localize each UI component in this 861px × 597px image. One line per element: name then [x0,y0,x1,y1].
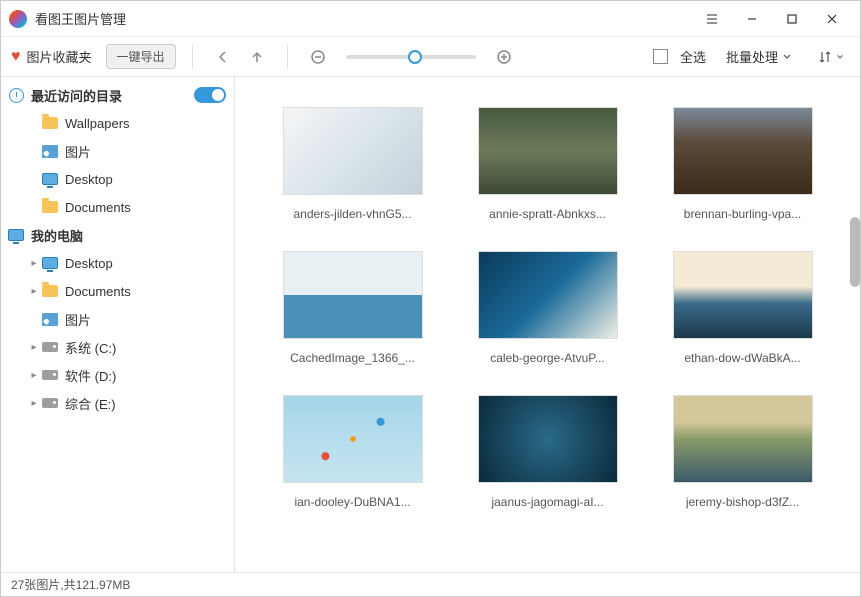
recent-item[interactable]: Desktop [1,165,234,193]
expander-icon[interactable]: ▸ [27,286,41,297]
computer-item[interactable]: ▸ 系统 (C:) [1,333,234,361]
computer-item[interactable]: ▸ 软件 (D:) [1,361,234,389]
app-icon [9,10,27,28]
recent-section[interactable]: 最近访问的目录 [1,81,234,109]
thumbnail-label: brennan-burling-vpa... [684,207,801,221]
scrollbar[interactable] [850,217,860,287]
computer-item[interactable]: ▸ Documents [1,277,234,305]
thumbnail-label: ian-dooley-DuBNA1... [294,495,410,509]
app-title: 看图王图片管理 [35,9,692,28]
tree-label: Desktop [65,256,113,271]
recent-toggle[interactable] [194,87,226,103]
favorites-label[interactable]: 图片收藏夹 [27,47,92,66]
menu-button[interactable] [692,12,732,26]
thumbnail-image[interactable] [673,107,813,195]
zoom-in-button[interactable] [490,43,518,71]
drive-icon [42,370,58,380]
thumbnail-item[interactable]: brennan-burling-vpa... [665,107,820,221]
monitor-icon [8,229,24,241]
batch-label: 批量处理 [726,47,778,66]
drive-icon [42,342,58,352]
expander-icon[interactable]: ▸ [27,370,41,381]
recent-item[interactable]: Wallpapers [1,109,234,137]
image-folder-icon [42,313,58,326]
monitor-icon [42,173,58,185]
drive-icon [42,398,58,408]
tree-label: Desktop [65,172,113,187]
tree-label: Wallpapers [65,116,130,131]
computer-item[interactable]: ▸ Desktop [1,249,234,277]
thumbnail-label: CachedImage_1366_... [290,351,415,365]
computer-item[interactable]: 图片 [1,305,234,333]
mycomputer-section[interactable]: 我的电脑 [1,221,234,249]
mycomputer-label: 我的电脑 [31,226,83,245]
thumbnail-image[interactable] [673,251,813,339]
tree-label: Documents [65,284,131,299]
folder-icon [42,117,58,129]
up-button[interactable] [243,43,271,71]
thumbnail-item[interactable]: ian-dooley-DuBNA1... [275,395,430,509]
tree-label: Documents [65,200,131,215]
heart-icon: ♥ [11,48,21,66]
expander-icon[interactable]: ▸ [27,342,41,353]
minimize-button[interactable] [732,5,772,33]
thumbnail-item[interactable]: jeremy-bishop-d3fZ... [665,395,820,509]
tree-label: 图片 [65,310,91,329]
sort-button[interactable] [812,50,850,64]
folder-icon [42,201,58,213]
thumbnail-label: ethan-dow-dWaBkA... [684,351,800,365]
thumbnail-label: annie-spratt-Abnkxs... [489,207,606,221]
status-text: 27张图片,共121.97MB [11,576,130,593]
thumbnail-image[interactable] [673,395,813,483]
thumbnail-image[interactable] [478,251,618,339]
folder-icon [42,285,58,297]
select-all-checkbox[interactable] [653,49,668,64]
batch-process-button[interactable]: 批量处理 [726,47,792,66]
thumbnail-image[interactable] [478,107,618,195]
thumbnail-image[interactable] [283,251,423,339]
thumbnail-item[interactable]: caleb-george-AtvuP... [470,251,625,365]
thumbnail-label: anders-jilden-vhnG5... [293,207,411,221]
select-all-label[interactable]: 全选 [680,47,706,66]
monitor-icon [42,257,58,269]
zoom-slider[interactable] [346,55,476,59]
recent-label: 最近访问的目录 [31,86,122,105]
tree-label: 软件 (D:) [65,366,116,385]
thumbnail-item[interactable]: annie-spratt-Abnkxs... [470,107,625,221]
image-folder-icon [42,145,58,158]
thumbnail-label: caleb-george-AtvuP... [490,351,605,365]
thumbnail-area: anders-jilden-vhnG5... annie-spratt-Abnk… [235,77,860,572]
divider [287,45,288,69]
expander-icon[interactable]: ▸ [27,398,41,409]
thumbnail-image[interactable] [283,107,423,195]
close-button[interactable] [812,5,852,33]
expander-icon[interactable]: ▸ [27,258,41,269]
thumbnail-label: jaanus-jagomagi-aI... [491,495,603,509]
divider [192,45,193,69]
maximize-button[interactable] [772,5,812,33]
clock-icon [9,88,24,103]
zoom-out-button[interactable] [304,43,332,71]
thumbnail-label: jeremy-bishop-d3fZ... [686,495,799,509]
recent-item[interactable]: Documents [1,193,234,221]
tree-label: 图片 [65,142,91,161]
thumbnail-item[interactable]: CachedImage_1366_... [275,251,430,365]
export-button[interactable]: 一键导出 [106,44,176,69]
thumbnail-image[interactable] [478,395,618,483]
thumbnail-item[interactable]: ethan-dow-dWaBkA... [665,251,820,365]
thumbnail-item[interactable]: anders-jilden-vhnG5... [275,107,430,221]
tree-label: 综合 (E:) [65,394,116,413]
back-button[interactable] [209,43,237,71]
tree-label: 系统 (C:) [65,338,116,357]
computer-item[interactable]: ▸ 综合 (E:) [1,389,234,417]
recent-item[interactable]: 图片 [1,137,234,165]
sidebar: 最近访问的目录 Wallpapers 图片 Desktop Documents … [1,77,235,572]
thumbnail-image[interactable] [283,395,423,483]
thumbnail-item[interactable]: jaanus-jagomagi-aI... [470,395,625,509]
